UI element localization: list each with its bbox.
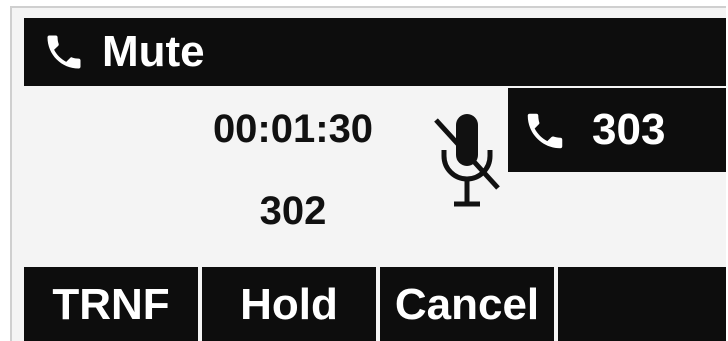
phone-handset-icon [47,35,81,69]
caller-number: 302 [259,189,327,233]
microphone-muted-icon [434,114,500,207]
title-bar: Mute [24,18,726,86]
call-timer: 00:01:30 [212,107,374,151]
softkey-hold[interactable]: Hold [202,267,376,341]
softkey-empty[interactable] [558,267,726,341]
softkey-trnf[interactable]: TRNF [24,267,198,341]
softkey-cancel[interactable]: Cancel [380,267,554,341]
softkey-bar: TRNF Hold Cancel [24,267,726,341]
line-key-303[interactable]: 303 [508,88,726,172]
page-title: Mute [102,27,205,76]
line-label: 303 [592,105,666,154]
phone-handset-icon [527,113,563,149]
phone-screen: Mute 00:01:30 302 303 TRNF Hold Cancel [10,6,726,341]
